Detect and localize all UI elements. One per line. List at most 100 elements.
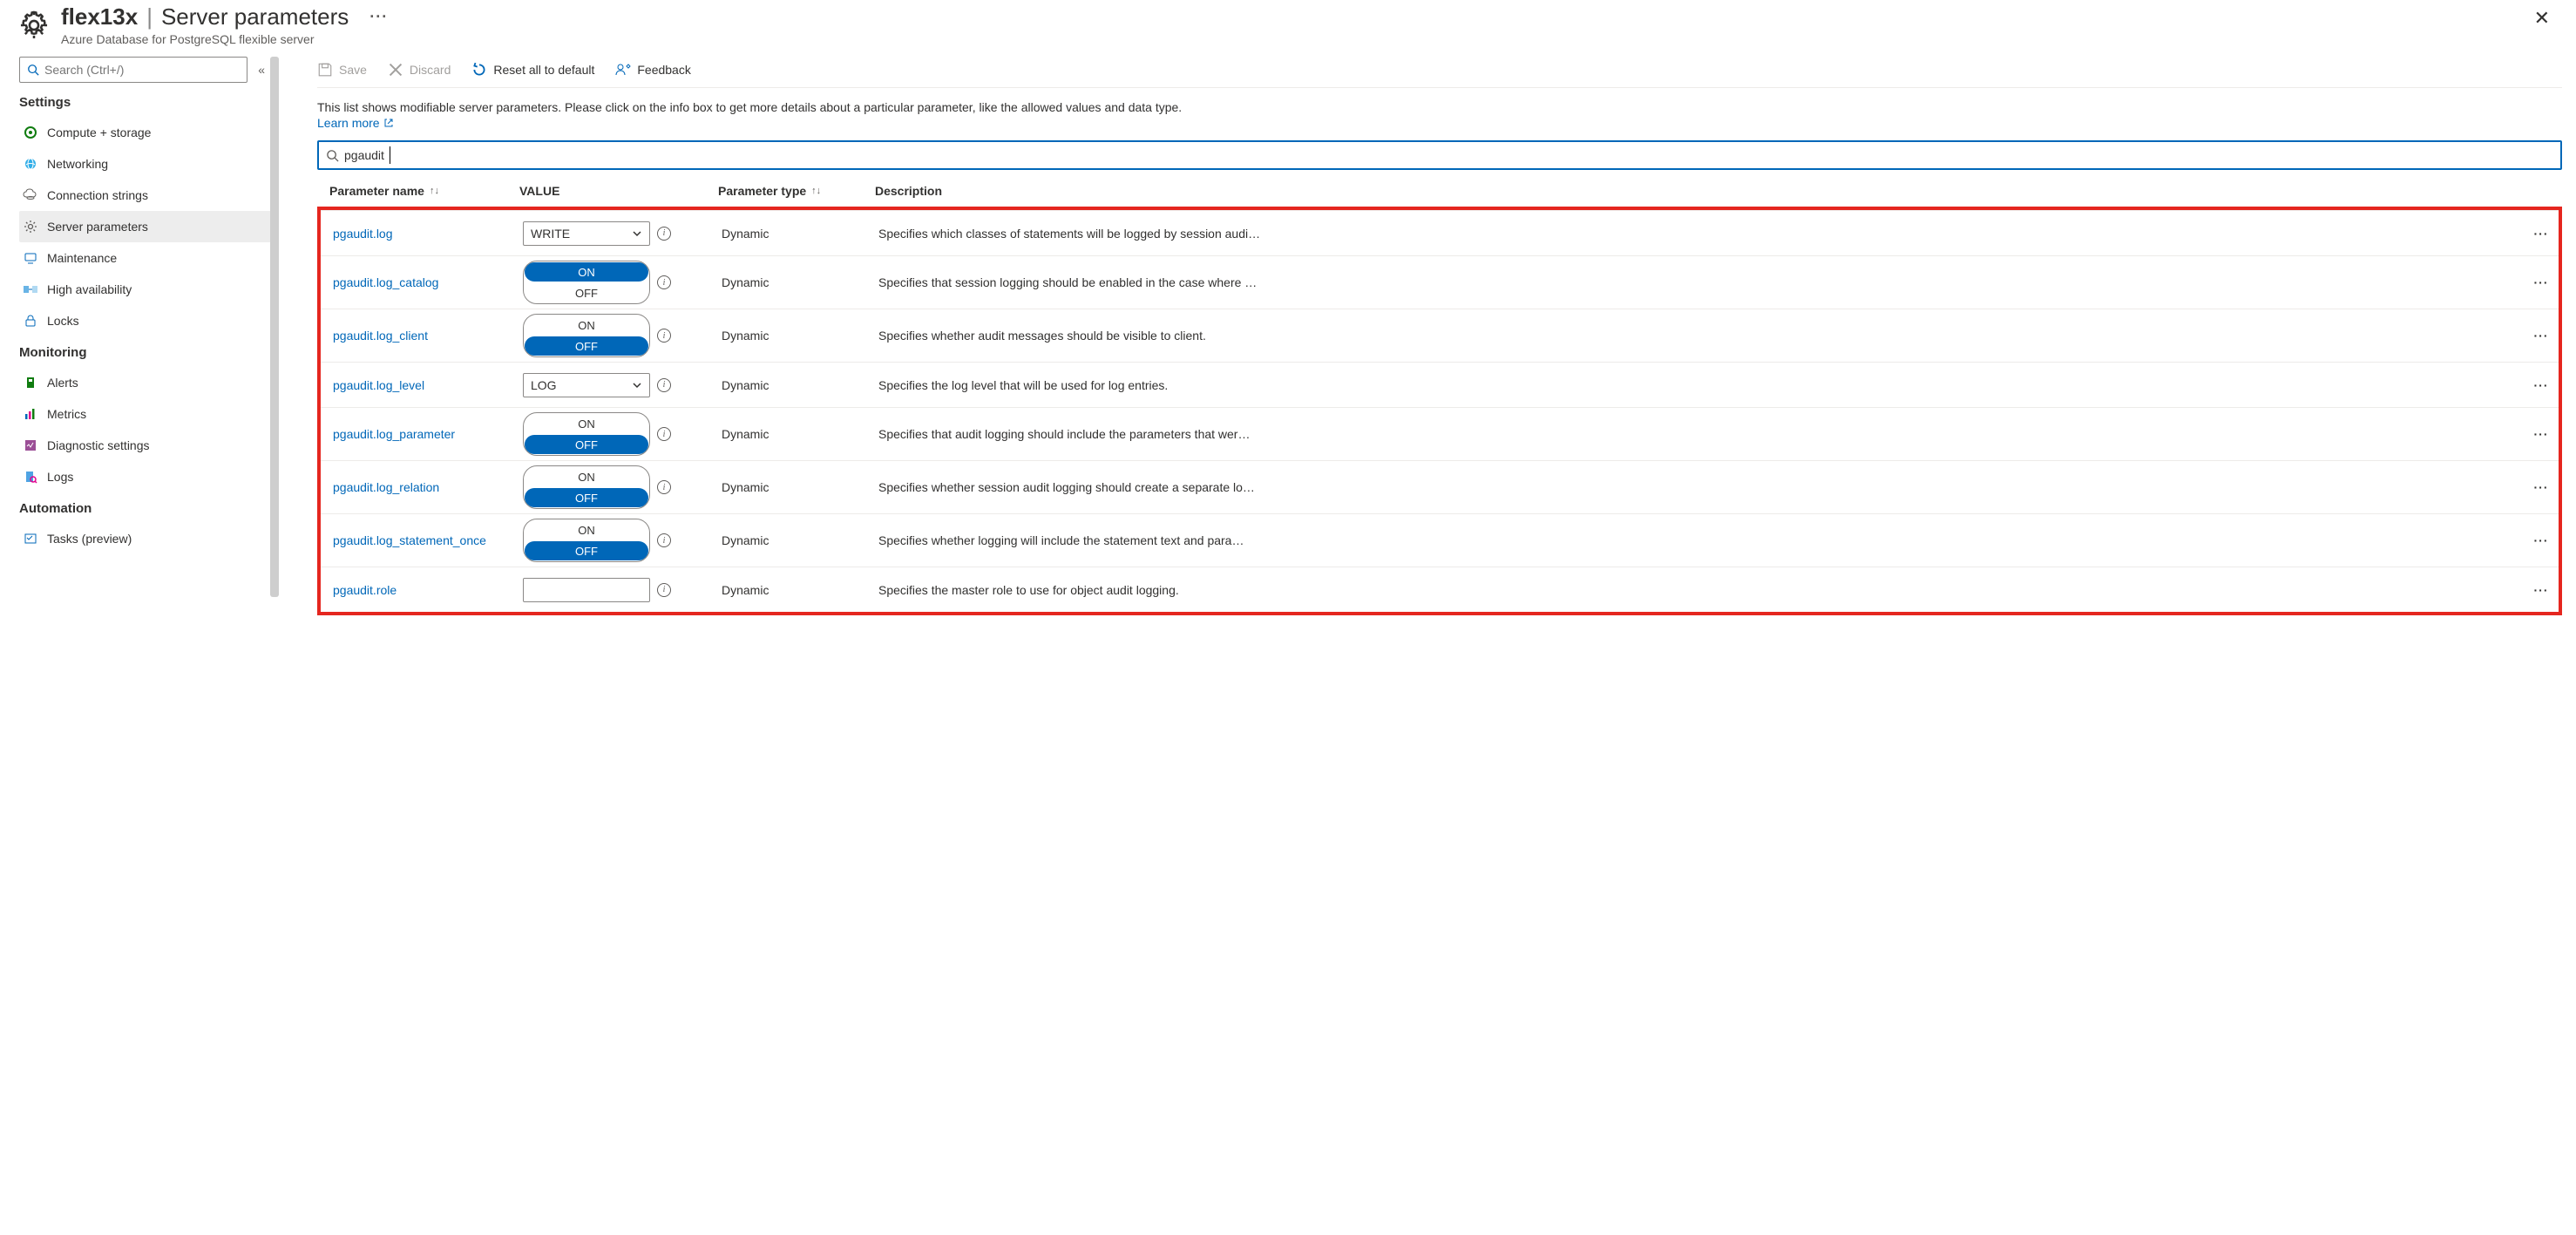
discard-button[interactable]: Discard [388, 62, 451, 78]
sidebar-item-metrics[interactable]: Metrics [19, 398, 279, 430]
parameter-name-link[interactable]: pgaudit.log_client [333, 329, 428, 343]
sidebar-item-locks[interactable]: Locks [19, 305, 279, 336]
value-toggle[interactable]: ONOFF [523, 465, 650, 509]
info-icon[interactable]: i [657, 275, 671, 289]
table-row: pgaudit.log_parameterONOFFiDynamicSpecif… [321, 407, 2559, 460]
value-select[interactable]: LOG [523, 373, 650, 397]
toggle-option-on[interactable]: ON [525, 262, 648, 282]
external-link-icon [383, 118, 394, 128]
value-toggle[interactable]: ONOFF [523, 412, 650, 456]
info-icon[interactable]: i [657, 480, 671, 494]
toggle-option-on[interactable]: ON [524, 315, 649, 336]
value-toggle[interactable]: ONOFF [523, 314, 650, 357]
sidebar-item-label: Metrics [47, 407, 86, 421]
table-row: pgaudit.log_clientONOFFiDynamicSpecifies… [321, 309, 2559, 362]
sidebar-item-label: Diagnostic settings [47, 438, 150, 452]
info-icon[interactable]: i [657, 227, 671, 241]
row-more-button[interactable]: ··· [2524, 583, 2559, 597]
alerts-icon [23, 375, 38, 390]
parameter-name-link[interactable]: pgaudit.log [333, 227, 393, 241]
gear-icon [17, 9, 51, 42]
toolbar: Save Discard Reset all to default Feedba… [317, 57, 2562, 88]
sidebar-item-alerts[interactable]: Alerts [19, 367, 279, 398]
page-subtitle: Azure Database for PostgreSQL flexible s… [61, 32, 2525, 46]
table-row: pgaudit.log WRITE i DynamicSpecifies which … [321, 210, 2559, 255]
parameter-name-link[interactable]: pgaudit.log_parameter [333, 427, 455, 441]
info-icon[interactable]: i [657, 583, 671, 597]
toggle-option-off[interactable]: OFF [524, 282, 649, 303]
parameter-filter[interactable]: pgaudit [317, 140, 2562, 170]
info-icon[interactable]: i [657, 378, 671, 392]
toggle-option-off[interactable]: OFF [525, 488, 648, 507]
feedback-button[interactable]: Feedback [615, 62, 690, 78]
sidebar-item-logs[interactable]: Logs [19, 461, 279, 492]
sidebar-item-diagnostic[interactable]: Diagnostic settings [19, 430, 279, 461]
reset-button[interactable]: Reset all to default [471, 62, 594, 78]
row-more-button[interactable]: ··· [2524, 378, 2559, 392]
sidebar-item-label: Logs [47, 470, 73, 484]
row-more-button[interactable]: ··· [2524, 427, 2559, 441]
sidebar-item-server-parameters[interactable]: Server parameters [19, 211, 279, 242]
resource-name: flex13x [61, 3, 138, 31]
section-automation: Automation [19, 501, 279, 516]
parameter-description: Specifies whether logging will include t… [878, 533, 2524, 547]
row-more-button[interactable]: ··· [2524, 533, 2559, 547]
value-toggle[interactable]: ONOFF [523, 261, 650, 304]
sidebar-item-high-availability[interactable]: High availability [19, 274, 279, 305]
toggle-option-on[interactable]: ON [524, 466, 649, 487]
toggle-option-off[interactable]: OFF [525, 541, 648, 560]
parameter-description: Specifies which classes of statements wi… [878, 227, 2524, 241]
value-toggle[interactable]: ONOFF [523, 519, 650, 562]
value-select[interactable]: WRITE [523, 221, 650, 246]
info-icon[interactable]: i [657, 427, 671, 441]
sort-icon: ↑↓ [430, 186, 439, 196]
parameter-type: Dynamic [722, 227, 878, 241]
sidebar-item-label: Alerts [47, 376, 78, 390]
parameter-name-link[interactable]: pgaudit.role [333, 583, 397, 597]
info-icon[interactable]: i [657, 329, 671, 343]
search-icon [326, 149, 339, 162]
sidebar-item-label: High availability [47, 282, 132, 296]
sidebar-item-tasks[interactable]: Tasks (preview) [19, 523, 279, 554]
col-header-value: VALUE [519, 184, 718, 198]
toggle-option-on[interactable]: ON [524, 413, 649, 434]
toggle-option-on[interactable]: ON [524, 519, 649, 540]
parameter-name-link[interactable]: pgaudit.log_catalog [333, 275, 438, 289]
row-more-button[interactable]: ··· [2524, 275, 2559, 289]
sidebar-item-compute[interactable]: Compute + storage [19, 117, 279, 148]
toggle-option-off[interactable]: OFF [525, 435, 648, 454]
sidebar-item-label: Networking [47, 157, 108, 171]
close-icon[interactable]: ✕ [2525, 3, 2559, 33]
more-actions-button[interactable]: ··· [369, 8, 388, 26]
sidebar-search-input[interactable] [44, 63, 240, 77]
parameter-name-link[interactable]: pgaudit.log_level [333, 378, 424, 392]
sidebar-search[interactable] [19, 57, 247, 83]
parameter-name-link[interactable]: pgaudit.log_relation [333, 480, 439, 494]
learn-more-link[interactable]: Learn more [317, 116, 394, 130]
sidebar-item-maintenance[interactable]: Maintenance [19, 242, 279, 274]
table-row: pgaudit.log_relationONOFFiDynamicSpecifi… [321, 460, 2559, 513]
col-header-type[interactable]: Parameter type ↑↓ [718, 184, 875, 198]
row-more-button[interactable]: ··· [2524, 329, 2559, 343]
filter-value: pgaudit [344, 148, 384, 162]
parameter-description: Specifies the master role to use for obj… [878, 583, 2524, 597]
parameter-name-link[interactable]: pgaudit.log_statement_once [333, 533, 486, 547]
sidebar-item-networking[interactable]: Networking [19, 148, 279, 180]
sidebar-item-label: Connection strings [47, 188, 148, 202]
sidebar-item-connection-strings[interactable]: Connection strings [19, 180, 279, 211]
ha-icon [23, 282, 38, 297]
scrollbar[interactable] [270, 57, 279, 597]
sidebar-item-label: Compute + storage [47, 126, 151, 139]
table-row: pgaudit.log_levelLOGiDynamicSpecifies th… [321, 362, 2559, 407]
sidebar: « Settings Compute + storage Networking … [0, 57, 279, 615]
value-input[interactable] [523, 578, 650, 602]
row-more-button[interactable]: ··· [2524, 480, 2559, 494]
col-header-name[interactable]: Parameter name ↑↓ [317, 184, 519, 198]
section-settings: Settings [19, 95, 279, 110]
save-button[interactable]: Save [317, 62, 367, 78]
toggle-option-off[interactable]: OFF [525, 336, 648, 356]
info-icon[interactable]: i [657, 533, 671, 547]
chevron-down-icon [632, 228, 642, 239]
collapse-sidebar-button[interactable]: « [258, 63, 265, 77]
row-more-button[interactable]: ··· [2524, 227, 2559, 241]
